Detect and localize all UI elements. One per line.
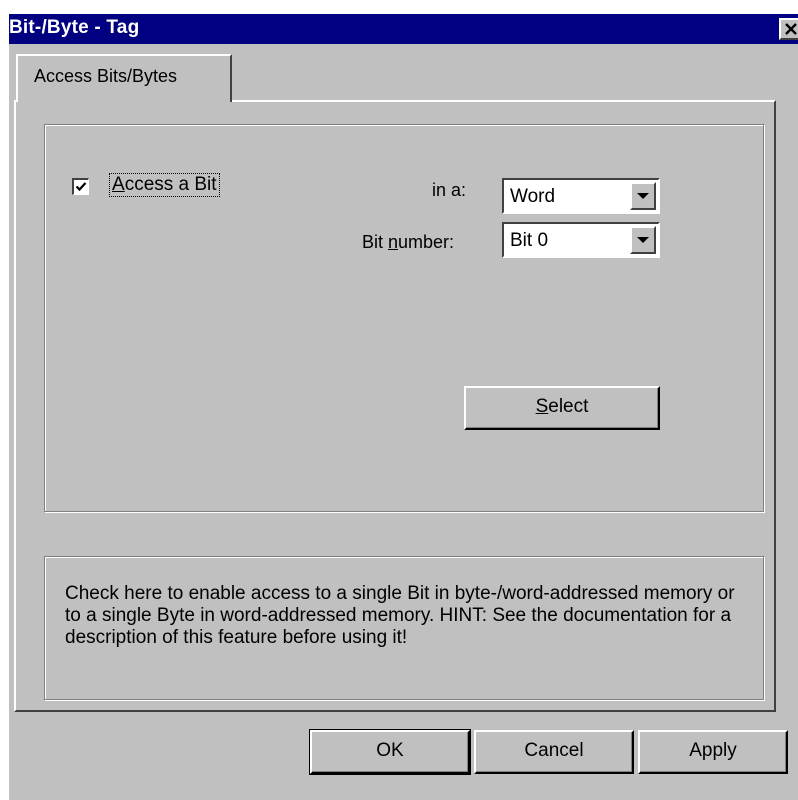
- access-bit-checkbox[interactable]: [72, 178, 89, 195]
- bit-number-mnemonic: n: [388, 232, 399, 252]
- select-button[interactable]: Select: [464, 386, 660, 430]
- in-a-value: Word: [510, 186, 556, 207]
- hint-box: Check here to enable access to a single …: [44, 556, 764, 700]
- in-a-select[interactable]: Word: [502, 178, 660, 214]
- close-icon: [785, 23, 797, 35]
- ok-button[interactable]: OK: [309, 729, 471, 775]
- title-bar[interactable]: Bit-/Byte - Tag: [9, 14, 798, 44]
- tab-label: Access Bits/Bytes: [34, 66, 178, 86]
- select-label-rest: elect: [548, 396, 589, 417]
- access-bit-mnemonic: A: [112, 174, 125, 195]
- window-title: Bit-/Byte - Tag: [9, 17, 140, 38]
- hint-text: Check here to enable access to a single …: [65, 583, 735, 648]
- in-a-dropdown-button[interactable]: [630, 182, 656, 210]
- bit-number-label-post: umber:: [398, 232, 455, 252]
- access-bit-text: ccess a Bit: [124, 174, 217, 195]
- bit-number-label-pre: Bit: [362, 232, 389, 252]
- bit-number-select[interactable]: Bit 0: [502, 222, 660, 258]
- tab-access-bits-bytes[interactable]: Access Bits/Bytes: [16, 54, 232, 102]
- bit-number-value: Bit 0: [510, 230, 549, 251]
- cancel-button[interactable]: Cancel: [474, 730, 634, 774]
- apply-button[interactable]: Apply: [638, 730, 788, 774]
- close-button[interactable]: [779, 18, 798, 40]
- in-a-label: in a:: [432, 180, 467, 200]
- access-bit-label[interactable]: Access a Bit: [109, 173, 220, 197]
- checkmark-icon: [75, 182, 87, 192]
- select-mnemonic: S: [535, 396, 549, 417]
- chevron-down-icon: [637, 237, 649, 243]
- bit-number-label: Bit number:: [362, 232, 454, 253]
- bit-number-dropdown-button[interactable]: [630, 226, 656, 254]
- chevron-down-icon: [637, 193, 649, 199]
